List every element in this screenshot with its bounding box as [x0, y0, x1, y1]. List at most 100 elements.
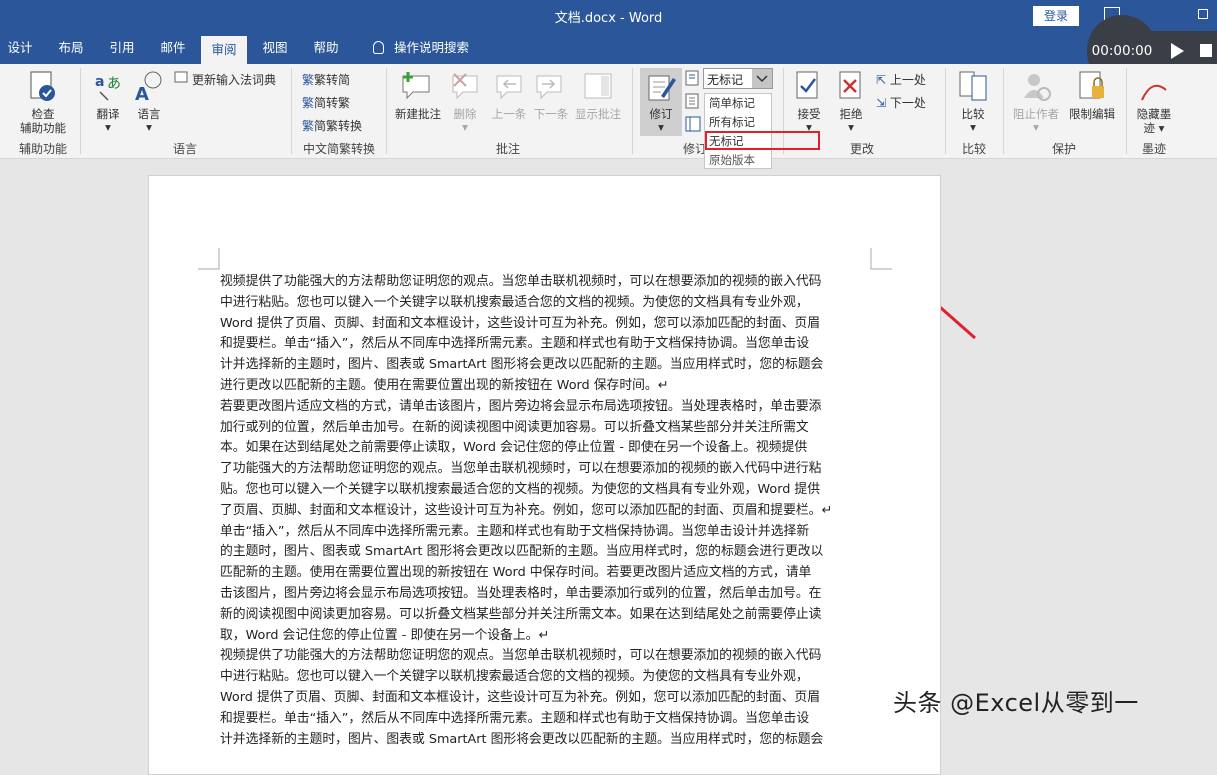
doc-line: 中进行粘贴。您也可以键入一个关键字以联机搜索最适合您的文档的视频。为使您的文档具… — [220, 669, 809, 685]
chevron-down-icon: ▾ — [1033, 120, 1039, 134]
option-simple-markup[interactable]: 简单标记 — [709, 95, 755, 111]
doc-line: 中进行粘贴。您也可以键入一个关键字以联机搜索最适合您的文档的视频。为使您的文档具… — [220, 294, 809, 310]
play-icon[interactable] — [1171, 43, 1184, 59]
show-comments-label: 显示批注 — [575, 107, 621, 121]
doc-line: 进行更改以匹配新的主题。使用在需要位置出现的新按钮在 Word 保存时间。↵ — [220, 377, 669, 393]
ribbon-tabs: 设计 布局 引用 邮件 审阅 视图 帮助 操作说明搜索 — [0, 32, 1217, 64]
group-language-label: 语言 — [172, 142, 197, 156]
tab-help[interactable]: 帮助 — [305, 32, 347, 64]
group-separator — [386, 68, 387, 154]
chevron-down-icon[interactable]: ▾ — [832, 120, 870, 134]
combo-dropdown-button[interactable] — [752, 69, 772, 88]
tab-mailings[interactable]: 邮件 — [152, 32, 194, 64]
chevron-down-icon: ▾ — [462, 120, 468, 134]
hide-ink-icon[interactable] — [1138, 78, 1172, 106]
tell-me-label: 操作说明搜索 — [393, 40, 469, 55]
svg-text:あ: あ — [107, 76, 121, 92]
hide-ink-label-2: 迹 ▾ — [1143, 121, 1165, 135]
restrict-editing-label: 限制编辑 — [1069, 107, 1115, 121]
previous-comment-icon — [496, 75, 522, 100]
doc-line: 匹配新的主题。使用在需要位置出现的新按钮在 Word 中保存时间。若要更改图片适… — [220, 565, 812, 581]
chevron-down-icon[interactable]: ▾ — [92, 120, 124, 134]
next-change-icon: ⇲ — [876, 96, 887, 110]
simp-to-trad-label: 简转繁 — [314, 96, 351, 110]
display-for-review-value: 无标记 — [707, 73, 744, 87]
highlight-box — [705, 131, 820, 150]
stop-icon[interactable] — [1200, 44, 1212, 57]
next-comment-label: 下一条 — [533, 107, 569, 121]
accept-icon[interactable] — [795, 70, 823, 104]
previous-change-label: 上一处 — [889, 73, 926, 87]
group-changes-label: 更改 — [849, 142, 874, 156]
doc-line: 的主题时，图片、图表或 SmartArt 图形将会更改以匹配新的主题。当应用样式… — [220, 544, 824, 560]
delete-comment-icon — [452, 73, 478, 100]
display-for-review-combo[interactable]: 无标记 — [703, 68, 773, 89]
trad-to-simp-button[interactable]: 繁繁转简 — [302, 71, 350, 88]
next-comment-icon — [536, 75, 562, 100]
chinese-conversion-button[interactable]: 繁简繁转换 — [302, 117, 362, 134]
chinese-conversion-label: 简繁转换 — [314, 119, 363, 133]
next-change-button[interactable]: ⇲ 下一处 — [876, 94, 926, 111]
tab-design[interactable]: 设计 — [0, 32, 40, 64]
chevron-down-icon[interactable]: ▾ — [640, 120, 682, 134]
language-icon[interactable]: A — [133, 70, 165, 102]
reviewing-pane-icon — [685, 116, 701, 132]
doc-line: 视频提供了功能强大的方法帮助您证明您的观点。当您单击联机视频时，可以在想要添加的… — [220, 274, 822, 289]
group-accessibility-label: 辅助功能 — [18, 142, 67, 156]
doc-line: Word 提供了页眉、页脚、封面和文本框设计，这些设计可互为补充。例如，您可以添… — [220, 689, 821, 705]
track-changes-icon — [648, 75, 676, 101]
hide-ink-label-2-text: 迹 — [1143, 121, 1156, 135]
compare-icon[interactable] — [958, 70, 990, 104]
group-separator — [632, 68, 633, 154]
margin-corner-icon — [870, 248, 892, 270]
svg-text:A: A — [135, 84, 149, 102]
group-compare-label: 比较 — [961, 142, 986, 156]
group-separator — [945, 68, 946, 154]
document-body[interactable]: 视频提供了功能强大的方法帮助您证明您的观点。当您单击联机视频时，可以在想要添加的… — [220, 272, 872, 750]
previous-change-button[interactable]: ⇱ 上一处 — [876, 71, 926, 88]
reject-icon[interactable] — [838, 70, 866, 104]
chevron-down-icon[interactable]: ▾ — [954, 120, 992, 134]
chinese-conversion-icon: 繁 — [302, 119, 315, 133]
lightbulb-icon — [372, 41, 384, 54]
check-accessibility-icon[interactable] — [28, 70, 58, 104]
restrict-editing-icon[interactable] — [1078, 70, 1108, 104]
group-separator — [291, 68, 292, 154]
doc-line: 了页眉、页脚、封面和文本框设计，这些设计可互为补充。例如，您可以添加匹配的封面、… — [220, 502, 833, 518]
doc-line: 和提要栏。单击“插入”，然后从不同库中选择所需元素。主题和样式也有助于文档保持协… — [220, 710, 810, 726]
group-chinese-label: 中文简繁转换 — [302, 142, 375, 156]
option-all-markup[interactable]: 所有标记 — [709, 114, 755, 130]
simp-to-trad-icon: 繁 — [302, 96, 315, 110]
doc-line: Word 提供了页眉、页脚、封面和文本框设计，这些设计可互为补充。例如，您可以添… — [220, 315, 821, 331]
doc-line: 视频提供了功能强大的方法帮助您证明您的观点。当您单击联机视频时，可以在想要添加的… — [220, 648, 822, 664]
check-accessibility-label-2: 辅助功能 — [20, 121, 66, 135]
doc-line: 计并选择新的主题时，图片、图表或 SmartArt 图形将会更改以匹配新的主题。… — [220, 357, 824, 373]
title-bar: 文档.docx - Word 登录 — [0, 0, 1217, 32]
doc-line: 贴。您也可以键入一个关键字以联机搜索最适合您的文档的视频。为使您的文档具有专业外… — [220, 481, 821, 497]
chevron-down-icon — [756, 75, 768, 83]
tab-layout[interactable]: 布局 — [50, 32, 92, 64]
block-authors-icon — [1024, 74, 1051, 101]
translate-icon[interactable]: a あ — [94, 72, 124, 102]
option-original[interactable]: 原始版本 — [709, 152, 755, 168]
tab-references[interactable]: 引用 — [101, 32, 143, 64]
chevron-down-icon[interactable]: ▾ — [132, 120, 166, 134]
login-button[interactable]: 登录 — [1033, 6, 1079, 26]
doc-line: 和提要栏。单击“插入”，然后从不同库中选择所需元素。主题和样式也有助于文档保持协… — [220, 336, 810, 352]
new-comment-icon[interactable] — [400, 70, 434, 102]
simp-to-trad-button[interactable]: 繁简转繁 — [302, 94, 350, 111]
show-markup-icon — [685, 93, 699, 109]
display-for-review-icon — [685, 70, 699, 86]
tab-review[interactable]: 审阅 — [201, 36, 247, 64]
group-protect-label: 保护 — [1051, 142, 1076, 156]
group-separator — [1003, 68, 1004, 154]
group-comments-label: 批注 — [495, 142, 520, 156]
doc-line: 本。如果在达到结尾处之前需要停止读取，Word 会记住您的停止位置 - 即使在另… — [220, 440, 808, 456]
doc-line: 新的阅读视图中阅读更加容易。可以折叠文档某些部分并关注所需文本。如果在达到结尾处… — [220, 606, 822, 622]
new-comment-label: 新建批注 — [395, 107, 441, 121]
watermark: 头条 @Excel从零到一 — [893, 689, 1139, 717]
doc-line: 若要更改图片适应文档的方式，请单击该图片，图片旁边将会显示布局选项按钮。当处理表… — [220, 398, 822, 414]
tell-me-search[interactable]: 操作说明搜索 — [366, 32, 476, 64]
update-ime-dictionary-button[interactable]: 更新输入法词典 — [192, 71, 276, 88]
tab-view[interactable]: 视图 — [254, 32, 296, 64]
